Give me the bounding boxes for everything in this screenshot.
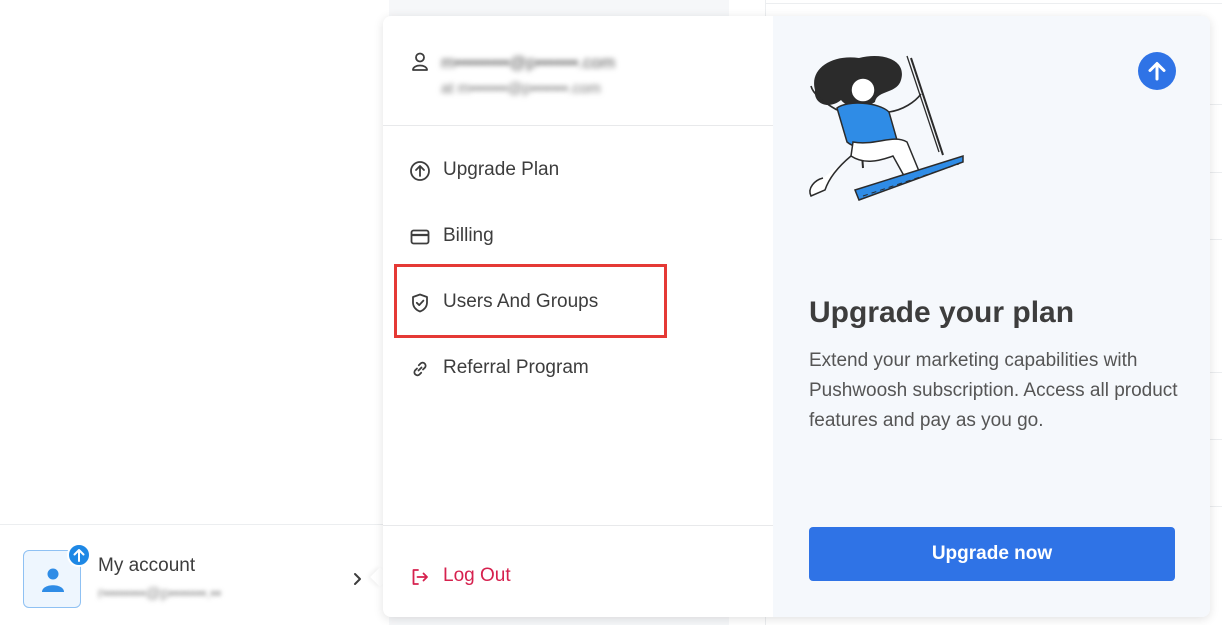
promo-title: Upgrade your plan bbox=[809, 296, 1075, 329]
menu-item-upgrade-plan[interactable]: Upgrade Plan bbox=[383, 146, 773, 196]
user-email: m▪▪▪▪▪▪▪▪▪@p▪▪▪▪▪▪▪.com bbox=[441, 53, 616, 72]
arrow-up-circle-icon bbox=[410, 161, 430, 181]
menu-item-referral-program[interactable]: Referral Program bbox=[383, 344, 773, 394]
swing-illustration bbox=[809, 55, 964, 201]
arrow-up-icon bbox=[1148, 62, 1166, 81]
menu-item-label: Upgrade Plan bbox=[443, 159, 560, 180]
account-menu: m▪▪▪▪▪▪▪▪▪@p▪▪▪▪▪▪▪.com at m▪▪▪▪▪▪▪@p▪▪▪… bbox=[383, 16, 773, 617]
user-subline: at m▪▪▪▪▪▪▪@p▪▪▪▪▪▪▪.com bbox=[441, 80, 601, 97]
account-divider bbox=[0, 524, 389, 525]
logout-icon bbox=[412, 569, 428, 585]
arrow-up-icon bbox=[73, 549, 85, 562]
upgrade-now-button[interactable]: Upgrade now bbox=[809, 527, 1175, 581]
credit-card-icon bbox=[410, 229, 430, 245]
account-title[interactable]: My account bbox=[98, 555, 195, 577]
menu-item-label: Referral Program bbox=[443, 357, 589, 378]
user-info: m▪▪▪▪▪▪▪▪▪@p▪▪▪▪▪▪▪.com at m▪▪▪▪▪▪▪@p▪▪▪… bbox=[383, 16, 773, 126]
link-icon bbox=[413, 361, 427, 377]
upgrade-badge bbox=[67, 543, 91, 567]
logout-label: Log Out bbox=[443, 565, 511, 586]
person-icon bbox=[412, 52, 428, 71]
logout-button[interactable]: Log Out bbox=[383, 558, 773, 598]
logout-section: Log Out bbox=[383, 525, 773, 617]
upgrade-promo: Upgrade your plan Extend your marketing … bbox=[773, 16, 1210, 617]
menu-item-billing[interactable]: Billing bbox=[383, 212, 773, 262]
highlight-box bbox=[394, 264, 667, 338]
user-icon bbox=[42, 568, 64, 592]
promo-upgrade-icon-button[interactable] bbox=[1138, 52, 1176, 90]
promo-description: Extend your marketing capabilities with … bbox=[809, 350, 1178, 431]
chevron-right-icon[interactable] bbox=[352, 569, 364, 589]
account-email: r▪▪▪▪▪▪▪▪@p▪▪▪▪▪▪▪.▪▪ bbox=[98, 585, 222, 602]
menu-item-label: Billing bbox=[443, 225, 494, 246]
account-popover: m▪▪▪▪▪▪▪▪▪@p▪▪▪▪▪▪▪.com at m▪▪▪▪▪▪▪@p▪▪▪… bbox=[383, 16, 1210, 617]
sidebar bbox=[0, 0, 390, 625]
